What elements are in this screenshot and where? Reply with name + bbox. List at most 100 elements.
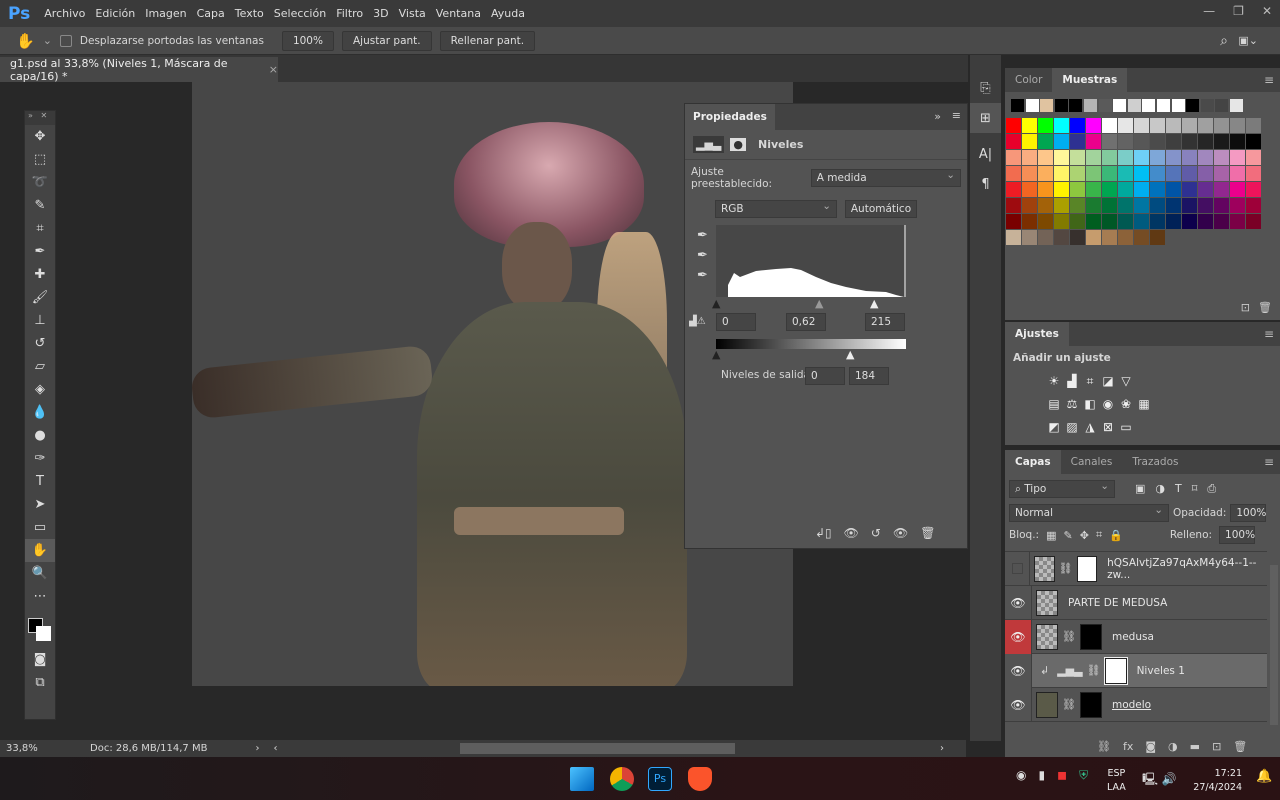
color-swatch[interactable] [1070,214,1085,229]
color-swatch[interactable] [1006,182,1021,197]
fill-field[interactable]: 100% [1219,526,1255,544]
audio-app-icon[interactable]: ▮ [1038,768,1045,783]
color-swatch[interactable] [1070,118,1085,133]
color-swatch[interactable] [1246,182,1261,197]
collapse-icon[interactable]: » [934,110,941,123]
paint-bucket-icon[interactable]: ◈ [25,378,55,401]
color-swatch[interactable] [1230,214,1245,229]
menu-ayuda[interactable]: Ayuda [491,7,525,20]
color-swatch[interactable] [1230,182,1245,197]
new-layer-icon[interactable]: ⊡ [1212,740,1221,753]
color-swatch[interactable] [1070,134,1085,149]
color-swatch[interactable] [1086,198,1101,213]
input-gamma-field[interactable]: 0,62 [786,313,826,331]
color-swatch[interactable] [1118,118,1133,133]
zoom-100-button[interactable]: 100% [281,30,334,51]
opacity-field[interactable]: 100% [1230,504,1266,522]
history-icon[interactable]: ⎘ [970,73,1001,103]
recent-swatch[interactable] [1171,99,1185,112]
recent-swatch[interactable] [1157,99,1170,112]
new-adjustment-icon[interactable]: ◑ [1168,740,1178,753]
color-swatch[interactable] [1182,198,1197,213]
color-swatch[interactable] [1054,214,1069,229]
levels-icon[interactable]: ▂▅▃ [693,136,725,153]
recent-swatch[interactable] [1113,99,1127,112]
keyboard-layout[interactable]: LAA [1107,781,1126,795]
layer-filter-select[interactable]: ⌕ Tipo [1009,478,1115,498]
input-gamma-slider[interactable]: ▲ [815,297,823,310]
color-swatch[interactable] [1038,182,1053,197]
color-swatch[interactable] [1166,182,1181,197]
volume-icon[interactable]: 🔊 [1162,772,1177,786]
color-swatch[interactable] [1134,118,1149,133]
color-swatch[interactable] [1182,134,1197,149]
color-swatch[interactable] [1006,150,1021,165]
quick-select-tool-icon[interactable]: ✎ [25,194,55,217]
color-swatch[interactable] [1006,198,1021,213]
recent-swatch[interactable] [1200,99,1214,112]
color-swatch[interactable] [1246,198,1261,213]
gradient-map-icon[interactable]: ▭ [1117,419,1135,437]
color-swatch[interactable] [1038,198,1053,213]
lock-transparency-icon[interactable]: ▦ [1046,529,1056,542]
hand-tool-icon[interactable]: ✋ [25,539,55,562]
eye-icon[interactable]: 👁 [1005,653,1032,688]
tab-capas[interactable]: Capas [1005,450,1061,474]
menu-archivo[interactable]: Archivo [44,7,85,20]
color-swatch[interactable] [1198,134,1213,149]
color-swatch[interactable] [1054,134,1069,149]
color-swatch[interactable] [1038,230,1053,245]
layer-name[interactable]: PARTE DE MEDUSA [1068,597,1167,609]
color-swatch[interactable] [1102,134,1117,149]
language-code[interactable]: ESP [1107,767,1126,781]
color-swatch[interactable] [1166,150,1181,165]
menu-edicion[interactable]: Edición [95,7,135,20]
color-swatch[interactable] [1214,150,1229,165]
color-swatch[interactable] [1118,166,1133,181]
color-swatch[interactable] [1102,214,1117,229]
menu-seleccion[interactable]: Selección [274,7,326,20]
tab-color[interactable]: Color [1005,68,1052,92]
photo-filter-icon[interactable]: ◉ [1099,396,1117,414]
levels-icon[interactable]: ▟ [1063,373,1081,391]
menu-vista[interactable]: Vista [399,7,426,20]
clipping-warning-icon[interactable]: ▟⚠ [689,316,706,327]
panel-menu-icon[interactable]: ≡ [952,109,961,122]
color-swap-icon[interactable] [25,608,55,648]
color-swatch[interactable] [1230,134,1245,149]
color-swatch[interactable] [1038,150,1053,165]
color-swatch[interactable] [1070,198,1085,213]
color-swatch[interactable] [1166,118,1181,133]
color-swatch[interactable] [1166,214,1181,229]
color-swatch[interactable] [1198,118,1213,133]
vibrance-icon[interactable]: ▽ [1117,373,1135,391]
layer-row-selected[interactable]: 👁 ↲ ▂▅▃ ⛓ Niveles 1 [1005,653,1267,688]
preset-select[interactable]: A medida [810,167,961,187]
input-black-slider[interactable]: ▲ [712,297,720,310]
filter-shape-icon[interactable]: ⌑ [1192,482,1198,496]
recent-swatch[interactable] [1054,99,1068,112]
color-swatch[interactable] [1006,134,1021,149]
menu-3d[interactable]: 3D [373,7,388,20]
menu-imagen[interactable]: Imagen [145,7,186,20]
screen-mode-icon[interactable]: ⧉ [25,671,55,694]
fx-icon[interactable]: fx [1123,740,1133,753]
zoom-tool-icon[interactable]: 🔍 [25,562,55,585]
color-swatch[interactable] [1134,166,1149,181]
add-mask-icon[interactable]: ◙ [1145,740,1156,753]
color-swatch[interactable] [1198,182,1213,197]
close-tab-icon[interactable]: × [269,63,278,76]
tab-trazados[interactable]: Trazados [1122,450,1188,474]
color-swatch[interactable] [1102,198,1117,213]
lock-all-icon[interactable]: 🔒 [1109,529,1123,542]
color-swatch[interactable] [1022,118,1037,133]
new-group-icon[interactable]: ▬ [1190,740,1200,753]
brightness-icon[interactable]: ☀ [1045,373,1063,391]
input-white-slider[interactable]: ▲ [870,297,878,310]
color-swatch[interactable] [1054,166,1069,181]
recent-swatch[interactable] [1040,99,1054,112]
color-swatch[interactable] [1182,166,1197,181]
color-swatch[interactable] [1166,166,1181,181]
color-swatch[interactable] [1150,150,1165,165]
color-swatch[interactable] [1134,182,1149,197]
